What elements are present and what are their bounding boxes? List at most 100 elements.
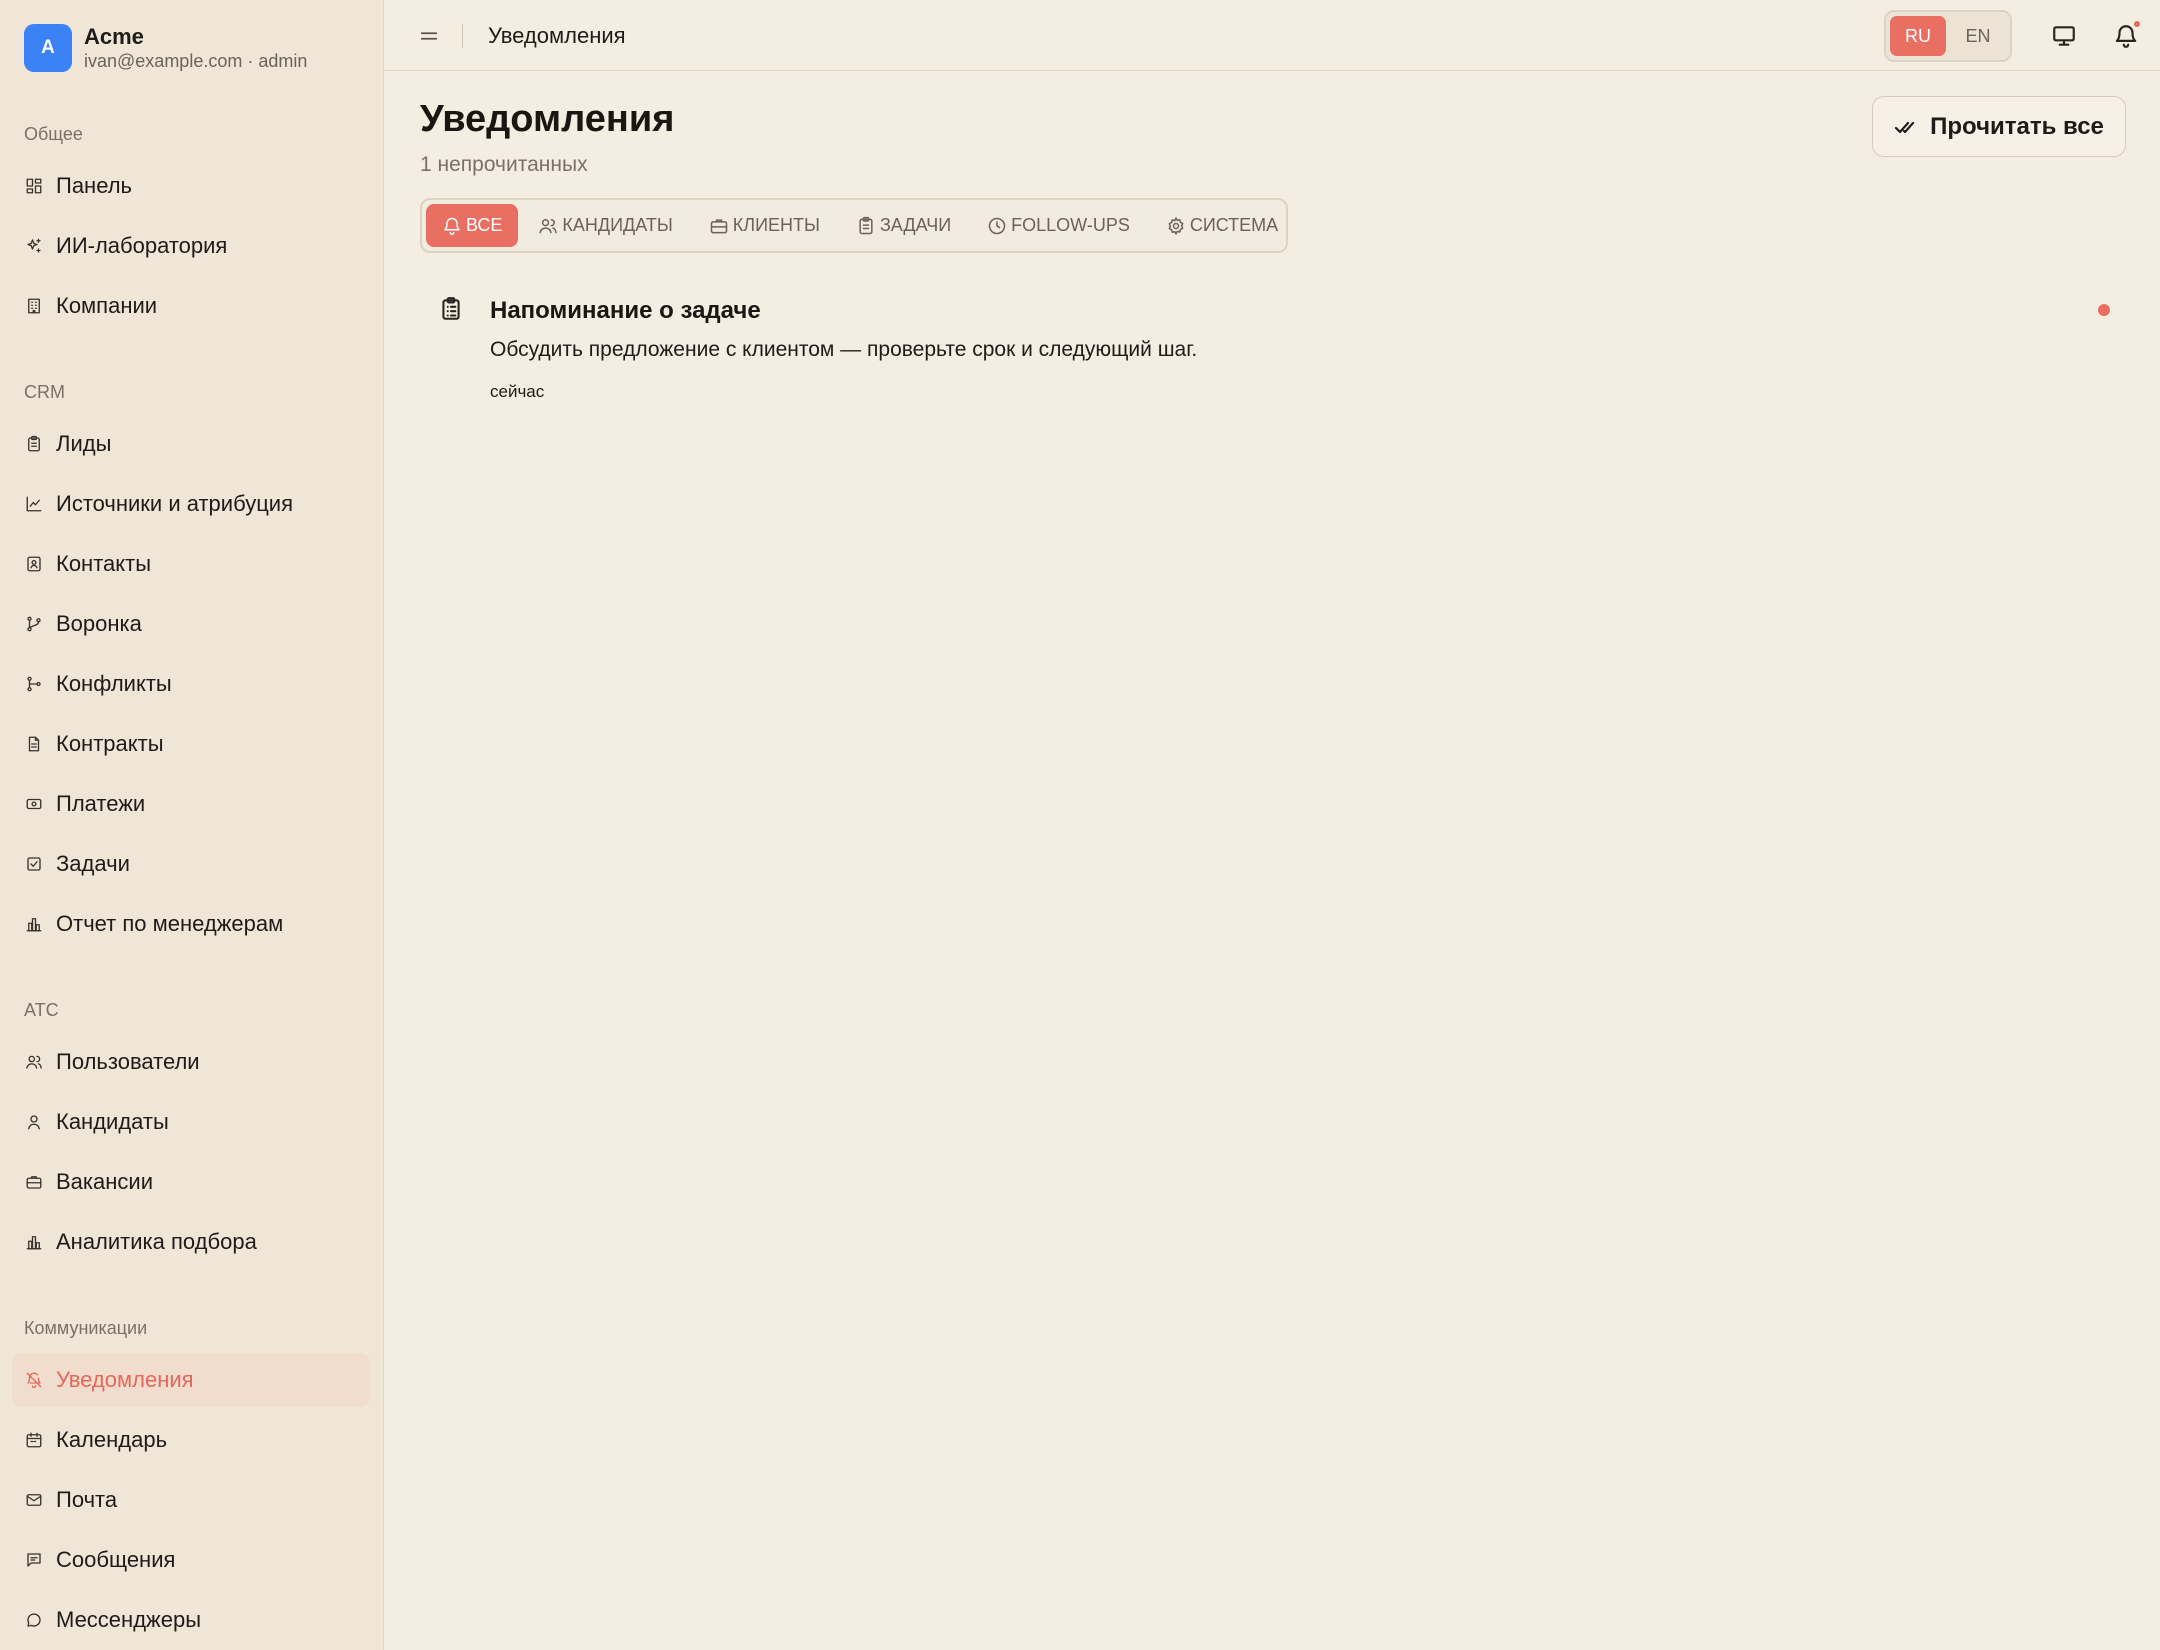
sidebar-item-label: Вакансии (56, 1169, 153, 1194)
document-icon (24, 734, 44, 754)
sidebar-item-label: Контакты (56, 551, 152, 576)
sidebar-item-payments[interactable]: Платежи (12, 777, 370, 831)
notification-title: Напоминание о задаче (490, 297, 761, 324)
tab-tasks[interactable]: ЗАДАЧИ (840, 204, 967, 247)
notifications-button[interactable] (2110, 20, 2142, 52)
git-branch-icon (24, 614, 44, 634)
dashboard-icon (24, 176, 44, 196)
profile-card[interactable]: A Acme ivan@example.com · admin (24, 24, 307, 72)
user-line: ivan@example.com · admin (84, 51, 308, 71)
tab-label: ВСЕ (466, 215, 503, 235)
mark-all-read-button[interactable]: Прочитать все (1872, 96, 2126, 157)
tab-all[interactable]: ВСЕ (426, 204, 519, 247)
message-square-icon (24, 1550, 44, 1570)
sidebar-item-label: Календарь (56, 1427, 168, 1452)
section-title-atc: ATC (24, 1000, 59, 1020)
sidebar-item-calendar[interactable]: Календарь (12, 1413, 370, 1467)
sidebar-item-label: Почта (56, 1487, 118, 1512)
tab-candidates[interactable]: КАНДИДАТЫ (522, 204, 688, 247)
checkbox-icon (24, 854, 44, 874)
section-title-crm: CRM (24, 382, 65, 402)
sidebar-item-contacts[interactable]: Контакты (12, 537, 370, 591)
sidebar-item-users[interactable]: Пользователи (12, 1035, 370, 1089)
mark-all-read-label: Прочитать все (1930, 112, 2104, 140)
user-icon (24, 1112, 44, 1132)
page-header: Уведомления 1 непрочитанных (420, 96, 674, 178)
building-icon (24, 296, 44, 316)
tab-label: КЛИЕНТЫ (732, 215, 820, 235)
bar-chart-icon (24, 914, 44, 934)
sidebar-item-tasks[interactable]: Задачи (12, 837, 370, 891)
tab-follow-ups[interactable]: FOLLOW-UPS (971, 204, 1146, 247)
sidebar-item-messengers[interactable]: Мессенджеры (12, 1593, 370, 1647)
sidebar-item-dashboard[interactable]: Панель (12, 159, 370, 213)
section-title-general: Общее (24, 124, 83, 144)
unread-indicator (2098, 304, 2110, 316)
sidebar-item-ai-lab[interactable]: ИИ-лаборатория (12, 219, 370, 273)
git-fork-icon (24, 674, 44, 694)
double-check-icon (1894, 121, 1915, 133)
calendar-icon (24, 1430, 44, 1450)
notification-time: сейчас (490, 382, 545, 401)
section-title-communications: Коммуникации (24, 1318, 148, 1338)
sidebar-item-label: Кандидаты (56, 1109, 169, 1134)
tab-label: КАНДИДАТЫ (562, 215, 673, 235)
sidebar-item-vacancies[interactable]: Вакансии (12, 1155, 370, 1209)
sidebar-item-mail[interactable]: Почта (12, 1473, 370, 1527)
main-content: Уведомления RU EN Уведомления 1 непрочит… (384, 0, 2160, 1650)
bell-icon (2115, 25, 2137, 48)
message-circle-icon (24, 1610, 44, 1630)
monitor-icon (2053, 26, 2075, 46)
briefcase-icon (710, 218, 728, 233)
sidebar-item-label: Компании (56, 293, 158, 318)
sidebar-item-recruit-analytics[interactable]: Аналитика подбора (12, 1215, 370, 1269)
sparkles-icon (24, 236, 44, 256)
notification-item[interactable]: Напоминание о задаче Обсудить предложени… (438, 296, 2158, 406)
language-en-button[interactable]: EN (1950, 16, 2006, 56)
tab-label: СИСТЕМА (1189, 215, 1279, 235)
clipboard-icon (24, 434, 44, 454)
breadcrumb: Уведомления (488, 23, 626, 48)
app-root: A Acme ivan@example.com · admin Общее Па… (0, 0, 2160, 1650)
tab-clients[interactable]: КЛИЕНТЫ (693, 204, 836, 247)
users-icon (24, 1052, 44, 1072)
language-switcher: RU EN (1884, 10, 2012, 62)
notification-body: Обсудить предложение с клиентом — провер… (490, 338, 1198, 361)
tab-system[interactable]: СИСТЕМА (1150, 204, 1294, 247)
menu-icon (420, 32, 438, 40)
menu-toggle-button[interactable] (416, 23, 442, 49)
sidebar: A Acme ivan@example.com · admin Общее Па… (0, 0, 384, 1650)
topbar-divider (462, 24, 463, 48)
sidebar-item-label: Мессенджеры (56, 1607, 202, 1632)
clipboard-icon (859, 216, 873, 234)
sidebar-item-candidates[interactable]: Кандидаты (12, 1095, 370, 1149)
sidebar-item-sources[interactable]: Источники и атрибуция (12, 477, 370, 531)
sidebar-item-leads[interactable]: Лиды (12, 417, 370, 471)
users-icon (539, 218, 558, 233)
notification-badge (2134, 21, 2140, 27)
sidebar-item-contracts[interactable]: Контракты (12, 717, 370, 771)
sidebar-item-manager-report[interactable]: Отчет по менеджерам (12, 897, 370, 951)
contact-book-icon (24, 554, 44, 574)
avatar: A (24, 24, 72, 72)
sidebar-item-label: ИИ-лаборатория (56, 233, 228, 258)
sidebar-item-label: Сообщения (56, 1547, 176, 1572)
sidebar-item-label: Источники и атрибуция (56, 491, 293, 516)
sidebar-item-messages[interactable]: Сообщения (12, 1533, 370, 1587)
sidebar-item-companies[interactable]: Компании (12, 279, 370, 333)
sidebar-item-label: Лиды (56, 431, 112, 456)
banknote-icon (24, 794, 44, 814)
org-name: Acme (84, 24, 144, 49)
sidebar-item-conflicts[interactable]: Конфликты (12, 657, 370, 711)
sidebar-item-label: Панель (56, 173, 133, 198)
sidebar-item-funnel[interactable]: Воронка (12, 597, 370, 651)
unread-count: 1 непрочитанных (420, 153, 588, 176)
sidebar-item-label: Платежи (56, 791, 146, 816)
display-mode-button[interactable] (2048, 20, 2080, 52)
language-ru-button[interactable]: RU (1890, 16, 1946, 56)
sidebar-item-notifications[interactable]: Уведомления (12, 1353, 370, 1407)
mail-icon (24, 1490, 44, 1510)
tab-label: ЗАДАЧИ (879, 215, 952, 235)
topbar: Уведомления RU EN (384, 0, 2160, 71)
bell-off-icon (24, 1370, 44, 1390)
